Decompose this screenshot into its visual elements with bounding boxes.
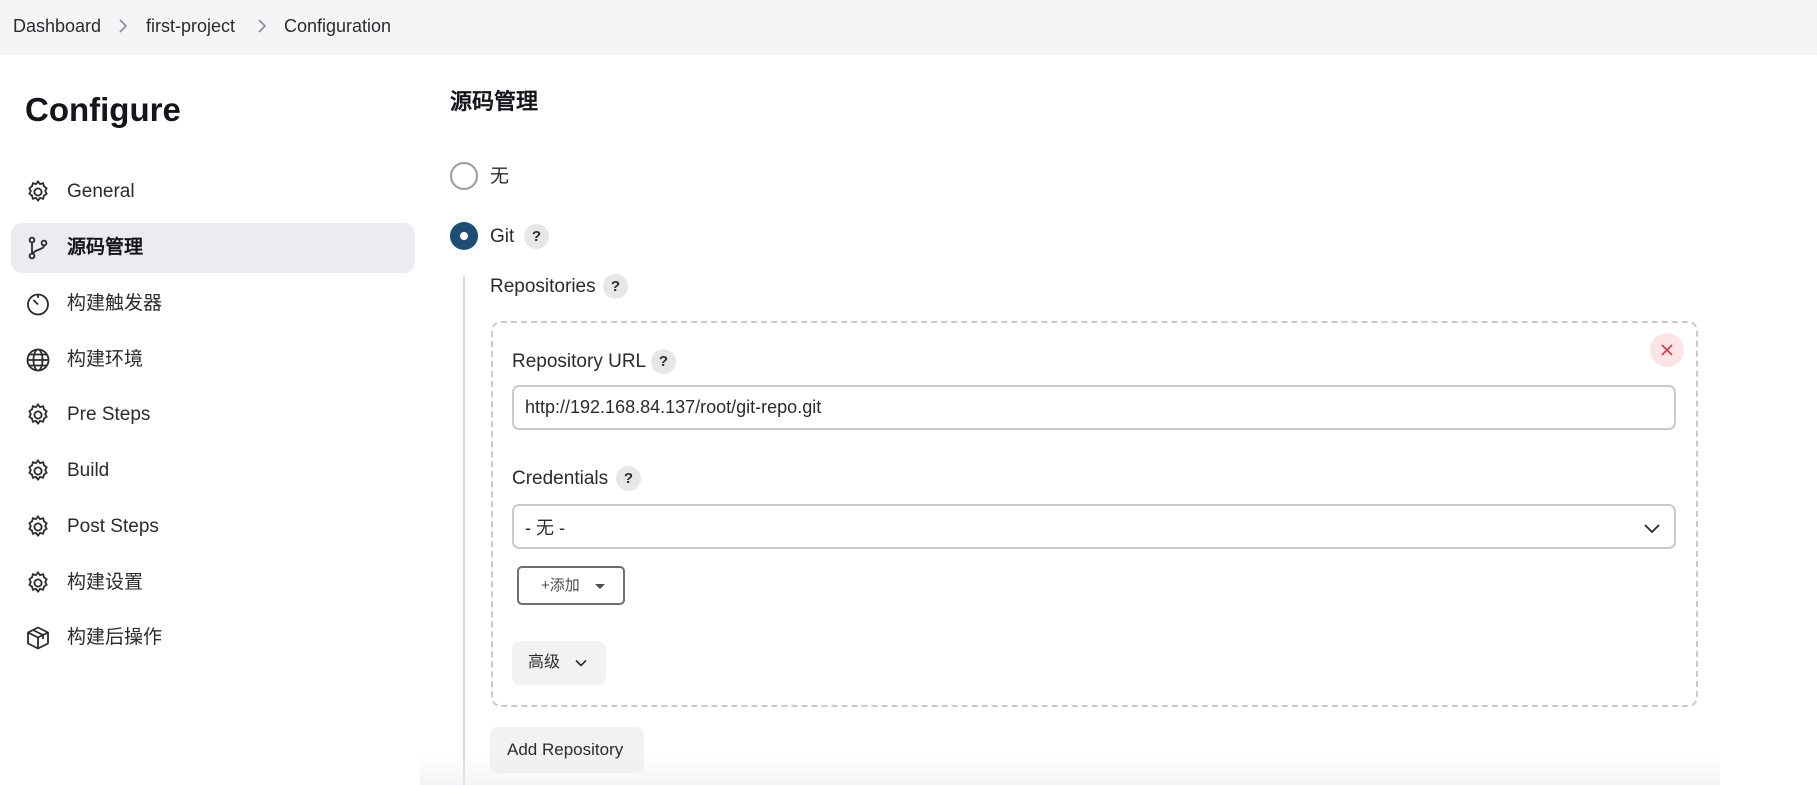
sidebar-item-label: Pre Steps [67, 404, 151, 425]
sidebar-item-scm[interactable]: 源码管理 [11, 223, 415, 273]
globe-icon [26, 348, 50, 372]
timer-icon [27, 293, 49, 316]
sidebar-item-post-steps[interactable]: Post Steps [11, 502, 415, 552]
breadcrumb-bar: Dashboard first-project Configuration [0, 0, 1817, 55]
sidebar-title: Configure [25, 91, 181, 128]
sidebar-item-build-environment[interactable]: 构建环境 [11, 335, 415, 385]
gear-icon [28, 515, 48, 537]
radio-none-label[interactable]: 无 [490, 165, 509, 189]
chevron-down-icon [575, 659, 587, 667]
package-icon [27, 626, 49, 650]
chevron-right-icon [119, 19, 128, 33]
add-credentials-button[interactable]: +添加 [517, 566, 625, 605]
gear-icon [28, 403, 48, 425]
radio-git[interactable] [450, 222, 478, 250]
credentials-help-icon[interactable]: ? [616, 466, 641, 491]
credentials-select[interactable]: - 无 - [512, 504, 1676, 549]
breadcrumb-project[interactable]: first-project [146, 14, 235, 38]
sidebar-item-label: 构建环境 [67, 349, 144, 370]
repo-url-input[interactable] [512, 385, 1676, 430]
gear-icon [28, 459, 48, 481]
sidebar-item-build-settings[interactable]: 构建设置 [11, 558, 415, 608]
credentials-selected-value: - 无 - [525, 518, 565, 538]
delete-repository-button[interactable] [1650, 333, 1684, 367]
close-icon [1661, 344, 1673, 356]
breadcrumb-configuration[interactable]: Configuration [284, 14, 391, 38]
add-credentials-label: +添加 [541, 577, 580, 594]
sidebar-item-pre-steps[interactable]: Pre Steps [11, 390, 415, 440]
advanced-label: 高级 [528, 654, 561, 671]
repo-url-help-icon[interactable]: ? [651, 349, 676, 374]
sidebar-item-post-build-actions[interactable]: 构建后操作 [11, 613, 415, 663]
chevron-right-icon [258, 19, 267, 33]
credentials-label: Credentials [512, 468, 609, 489]
radio-git-label[interactable]: Git [490, 225, 514, 249]
gear-icon [28, 571, 48, 593]
advanced-button[interactable]: 高级 [512, 641, 606, 685]
sidebar-item-general[interactable]: General [11, 167, 415, 217]
sidebar-item-label: Build [67, 460, 110, 481]
repositories-help-icon[interactable]: ? [603, 274, 628, 299]
sidebar-item-build-triggers[interactable]: 构建触发器 [11, 279, 415, 329]
gear-icon [28, 180, 48, 202]
radio-none[interactable] [450, 162, 478, 190]
sidebar-item-build[interactable]: Build [11, 446, 415, 496]
sidebar-item-label: 源码管理 [67, 237, 144, 258]
repositories-label: Repositories [490, 276, 596, 297]
section-divider [463, 275, 465, 785]
breadcrumb-dashboard[interactable]: Dashboard [13, 14, 101, 38]
git-help-icon[interactable]: ? [524, 224, 549, 249]
chevron-down-icon [1644, 524, 1660, 534]
section-title: 源码管理 [450, 89, 539, 114]
sidebar-item-label: General [67, 181, 135, 202]
sidebar-item-label: Post Steps [67, 516, 159, 537]
branch-icon [28, 236, 48, 260]
repo-url-label: Repository URL [512, 351, 647, 372]
bottom-fade [420, 755, 1720, 785]
sidebar-item-label: 构建触发器 [67, 293, 163, 314]
sidebar-item-label: 构建后操作 [67, 627, 163, 648]
caret-down-icon [595, 584, 605, 589]
sidebar-item-label: 构建设置 [67, 572, 144, 593]
